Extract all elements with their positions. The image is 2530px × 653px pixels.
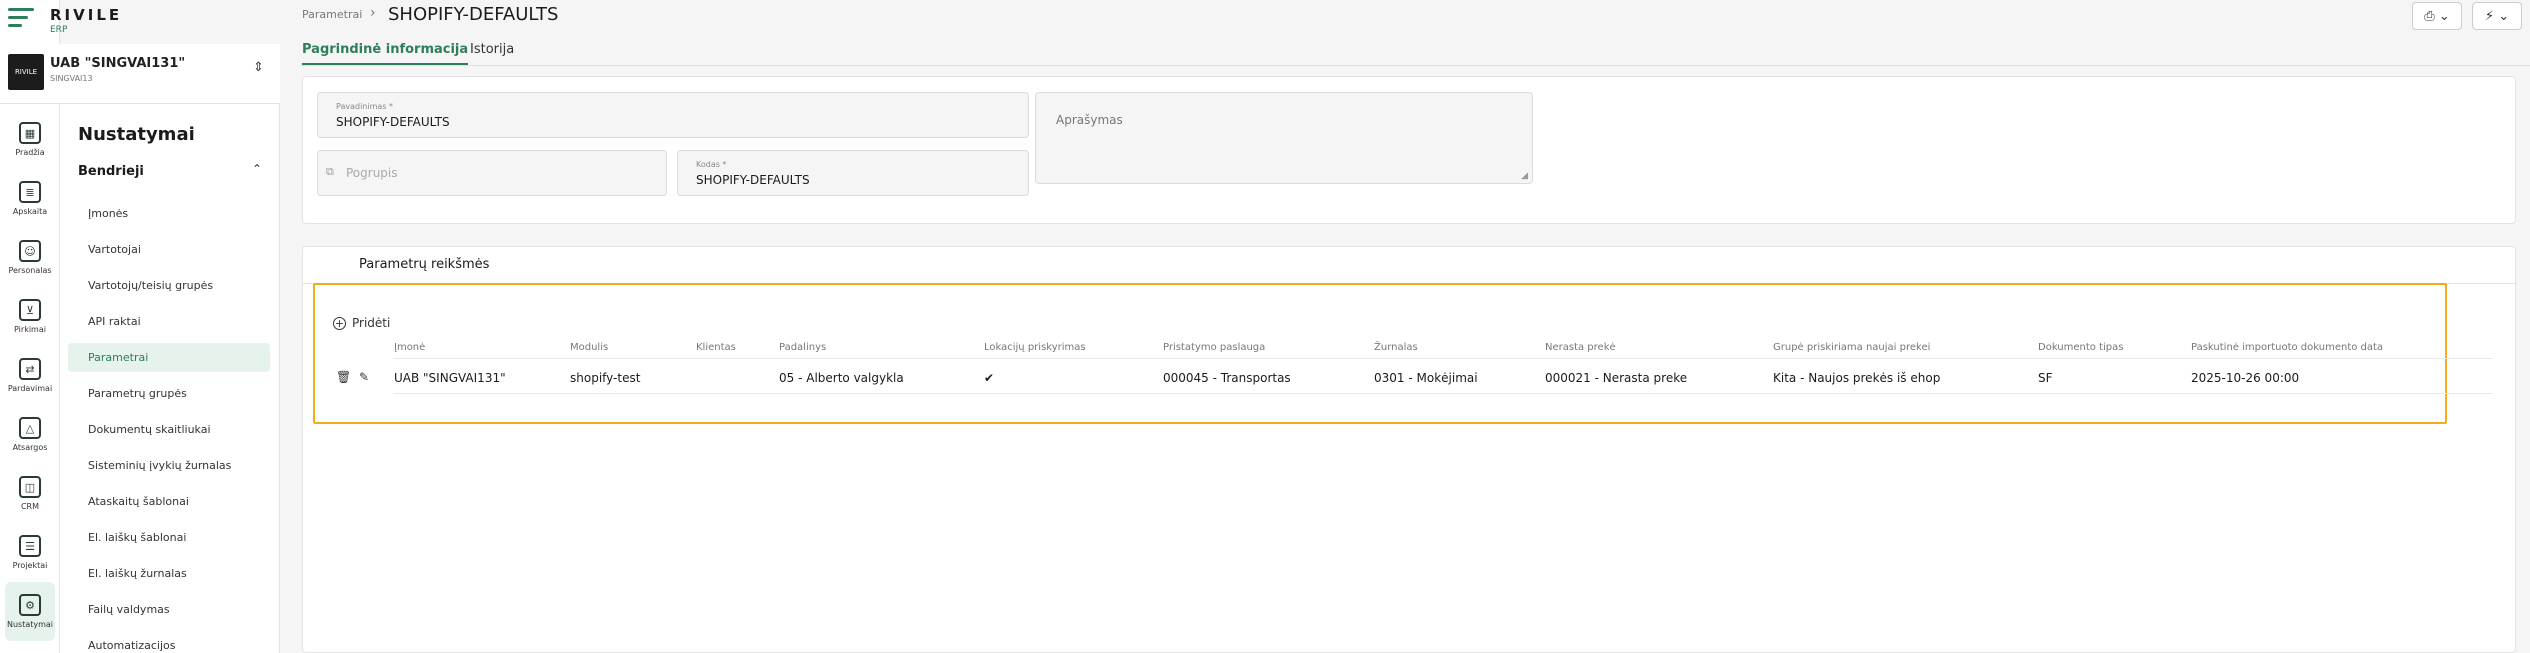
chevron-up-icon[interactable]: ⌃: [252, 162, 262, 176]
check-icon: ✔: [984, 371, 995, 385]
menu-section-bendrieji[interactable]: Bendrieji: [78, 164, 144, 179]
menu-item-vartotojai[interactable]: Vartotojai: [68, 235, 270, 264]
crm-icon: ◫: [19, 476, 41, 498]
cart-icon: ⊻: [19, 299, 41, 321]
menu-item-automatizacijos[interactable]: Automatizacijos: [68, 631, 270, 653]
col-header-modulis[interactable]: Modulis: [570, 342, 608, 353]
cell-dokumento-tipas: SF: [2038, 371, 2053, 385]
description-field[interactable]: Aprašymas ◢: [1035, 92, 1533, 184]
col-header-zurnalas[interactable]: Žurnalas: [1374, 342, 1418, 353]
people-icon: ☺: [19, 240, 41, 262]
plus-circle-icon: +: [333, 316, 346, 330]
sales-icon: ⇄: [19, 358, 41, 380]
printer-icon: ⎙: [2424, 8, 2435, 24]
company-logo: RIVILE: [8, 54, 44, 90]
lightning-icon: ⚡: [2484, 8, 2495, 24]
name-field[interactable]: Pavadinimas * SHOPIFY-DEFAULTS: [317, 92, 1029, 138]
pencil-icon[interactable]: ✎: [359, 370, 369, 384]
params-table-highlight: [313, 283, 2447, 424]
company-code: SINGVAI13: [50, 74, 93, 83]
actions-button[interactable]: ⚡ ⌄: [2472, 2, 2522, 30]
col-header-lokaciju-priskyrimas[interactable]: Lokacijų priskyrimas: [984, 342, 1086, 353]
company-selector[interactable]: RIVILE UAB "SINGVAI131" SINGVAI13 ⇕: [0, 44, 280, 104]
rail-item-pardavimai[interactable]: ⇄ Pardavimai: [0, 346, 60, 405]
resize-handle-icon[interactable]: ◢: [1521, 171, 1528, 181]
inventory-icon: △: [19, 417, 41, 439]
cell-modulis: shopify-test: [570, 371, 641, 385]
print-button[interactable]: ⎙ ⌄: [2412, 2, 2462, 30]
col-header-dokumento-tipas[interactable]: Dokumento tipas: [2038, 342, 2123, 353]
menu-item-parametru-grupes[interactable]: Parametrų grupės: [68, 379, 270, 408]
rail-item-pradzia[interactable]: ▦ Pradžia: [0, 110, 60, 169]
menu-item-api-raktai[interactable]: API raktai: [68, 307, 270, 336]
cell-grupe: Kita - Naujos prekės iš ehop: [1773, 371, 1941, 385]
breadcrumb-parent[interactable]: Parametrai: [302, 8, 362, 21]
tab-pagrindine-informacija[interactable]: Pagrindinė informacija: [302, 42, 469, 65]
rail-item-atsargos[interactable]: △ Atsargos: [0, 405, 60, 464]
col-header-paskutine-data[interactable]: Paskutinė importuoto dokumento data: [2191, 342, 2383, 353]
settings-menu: Nustatymai Bendrieji ⌃ Įmonės Vartotojai…: [60, 104, 280, 653]
cell-paskutine-data: 2025-10-26 00:00: [2191, 371, 2300, 385]
projects-icon: ☰: [19, 535, 41, 557]
accounting-icon: ≣: [19, 181, 41, 203]
chevron-down-icon: ⌄: [2498, 8, 2510, 24]
menu-title: Nustatymai: [78, 124, 195, 145]
code-field[interactable]: Kodas * SHOPIFY-DEFAULTS: [677, 150, 1029, 196]
menu-item-imones[interactable]: Įmonės: [68, 199, 270, 228]
chevron-right-icon: ›: [370, 5, 376, 21]
params-title: Parametrų reikšmės: [359, 257, 490, 272]
rivile-logo[interactable]: RIVILE ERP: [6, 6, 126, 36]
menu-item-el-laisku-sablonai[interactable]: El. laiškų šablonai: [68, 523, 270, 552]
tabs: Pagrindinė informacija Istorija: [300, 40, 2530, 66]
subgroup-field[interactable]: ⧉ Pogrupis: [317, 150, 667, 196]
add-button[interactable]: + Pridėti: [333, 316, 390, 330]
col-header-pristatymo-paslauga[interactable]: Pristatymo paslauga: [1163, 342, 1265, 353]
cell-imone: UAB "SINGVAI131": [394, 371, 506, 385]
menu-item-parametrai[interactable]: Parametrai: [68, 343, 270, 372]
cell-zurnalas: 0301 - Mokėjimai: [1374, 371, 1478, 385]
header-divider: [393, 358, 2493, 359]
col-header-klientas[interactable]: Klientas: [696, 342, 736, 353]
cell-pristatymo-paslauga: 000045 - Transportas: [1163, 371, 1291, 385]
trash-icon[interactable]: 🗑: [336, 370, 351, 384]
cell-nerasta-preke: 000021 - Nerasta preke: [1545, 371, 1688, 385]
col-header-imone[interactable]: Įmonė: [394, 342, 425, 353]
page-title: SHOPIFY-DEFAULTS: [388, 4, 559, 25]
rail-item-crm[interactable]: ◫ CRM: [0, 464, 60, 523]
general-info-card: Pavadinimas * SHOPIFY-DEFAULTS ⧉ Pogrupi…: [302, 76, 2516, 224]
dashboard-icon: ▦: [19, 122, 41, 144]
company-name: UAB "SINGVAI131": [50, 56, 186, 71]
menu-item-failu-valdymas[interactable]: Failų valdymas: [68, 595, 270, 624]
row-divider: [393, 393, 2493, 394]
chevron-down-icon: ⌄: [2438, 8, 2450, 24]
rail-item-nustatymai[interactable]: ⚙ Nustatymai: [5, 582, 55, 641]
menu-item-vartotoju-grupes[interactable]: Vartotojų/teisių grupės: [68, 271, 270, 300]
tab-istorija[interactable]: Istorija: [470, 42, 514, 63]
cell-padalinys: 05 - Alberto valgykla: [779, 371, 904, 385]
menu-item-dokumentu-skaitliukai[interactable]: Dokumentų skaitliukai: [68, 415, 270, 444]
top-bar: Parametrai › SHOPIFY-DEFAULTS ⎙ ⌄ ⚡ ⌄: [300, 0, 2530, 30]
col-header-nerasta-preke[interactable]: Nerasta prekė: [1545, 342, 1616, 353]
col-header-padalinys[interactable]: Padalinys: [779, 342, 826, 353]
menu-item-sisteminiu-ivykiu-zurnalas[interactable]: Sisteminių įvykių žurnalas: [68, 451, 270, 480]
rail-nav: ▦ Pradžia ≣ Apskaita ☺ Personalas ⊻ Pirk…: [0, 110, 60, 641]
rail-item-pirkimai[interactable]: ⊻ Pirkimai: [0, 287, 60, 346]
chevron-updown-icon: ⇕: [253, 60, 264, 75]
rail-item-projektai[interactable]: ☰ Projektai: [0, 523, 60, 582]
settings-gear-icon: ⚙: [19, 594, 41, 616]
menu-toggle-icon[interactable]: [8, 8, 44, 36]
menu-item-ataskaitu-sablonai[interactable]: Ataskaitų šablonai: [68, 487, 270, 516]
menu-item-el-laisku-zurnalas[interactable]: El. laiškų žurnalas: [68, 559, 270, 588]
rail-item-apskaita[interactable]: ≣ Apskaita: [0, 169, 60, 228]
col-header-grupe[interactable]: Grupė priskiriama naujai prekei: [1773, 342, 1930, 353]
tag-icon: ⧉: [326, 165, 334, 178]
rail-item-personalas[interactable]: ☺ Personalas: [0, 228, 60, 287]
